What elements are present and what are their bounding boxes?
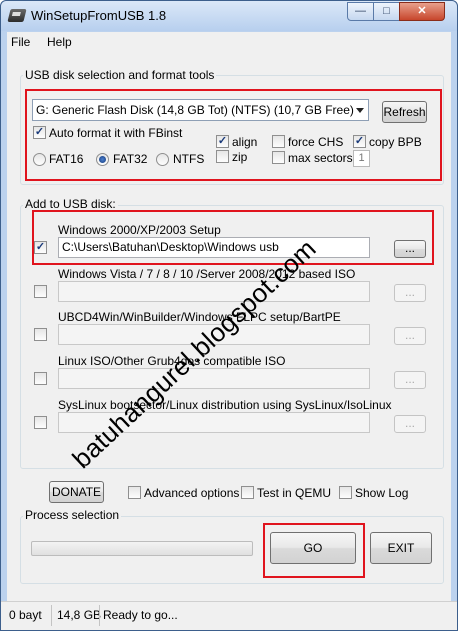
- usb-drive-icon: [7, 9, 27, 22]
- window-title: WinSetupFromUSB 1.8: [31, 8, 167, 23]
- entry-checkbox-syslinux[interactable]: [34, 416, 47, 429]
- max-sectors-label: max sectors: [288, 151, 353, 165]
- fat16-label: FAT16: [49, 152, 84, 166]
- status-separator: [51, 605, 52, 626]
- maximize-button[interactable]: □: [373, 2, 400, 21]
- force-chs-checkbox[interactable]: [272, 135, 285, 148]
- minimize-button[interactable]: —: [347, 2, 374, 21]
- usb-selection-label: USB disk selection and format tools: [23, 68, 217, 82]
- app-window: WinSetupFromUSB 1.8 — □ ✕ File Help USB …: [0, 0, 458, 631]
- entry-label-ubcd4win: UBCD4Win/WinBuilder/Windows FLPC setup/B…: [58, 310, 341, 324]
- donate-button[interactable]: DONATE: [49, 481, 104, 503]
- close-button[interactable]: ✕: [399, 2, 445, 21]
- force-chs-label: force CHS: [288, 135, 344, 149]
- progress-bar: [31, 541, 253, 556]
- entry-browse-button-linux-iso[interactable]: ...: [394, 371, 426, 389]
- align-checkbox[interactable]: ✓: [216, 135, 229, 148]
- entry-checkbox-ubcd4win[interactable]: [34, 328, 47, 341]
- show-log-label: Show Log: [355, 486, 409, 500]
- menu-bar: File Help: [7, 32, 451, 53]
- fat16-radio[interactable]: [33, 153, 46, 166]
- process-selection-label: Process selection: [23, 508, 122, 522]
- disk-select[interactable]: G: Generic Flash Disk (14,8 GB Tot) (NTF…: [32, 99, 369, 121]
- chevron-down-icon: [356, 108, 364, 113]
- max-sectors-checkbox[interactable]: [272, 151, 285, 164]
- entry-label-syslinux: SysLinux bootsector/Linux distribution u…: [58, 398, 392, 412]
- status-bar: 0 bayt 14,8 GB Ready to go...: [1, 601, 457, 630]
- advanced-options-label: Advanced options: [144, 486, 240, 500]
- auto-format-checkbox[interactable]: ✓: [33, 126, 46, 139]
- entry-checkbox-windows-vista-plus[interactable]: [34, 285, 47, 298]
- auto-format-label: Auto format it with FBinst: [49, 126, 183, 140]
- status-separator: [99, 605, 100, 626]
- entry-checkbox-linux-iso[interactable]: [34, 372, 47, 385]
- title-bar[interactable]: WinSetupFromUSB 1.8 — □ ✕: [1, 1, 457, 31]
- add-to-usb-label: Add to USB disk:: [23, 197, 118, 211]
- fat32-radio[interactable]: [96, 153, 109, 166]
- menu-help[interactable]: Help: [47, 35, 72, 49]
- status-total: 14,8 GB: [57, 608, 102, 622]
- zip-label: zip: [232, 150, 248, 164]
- copy-bpb-label: copy BPB: [369, 135, 422, 149]
- entry-path-input-windows-xp[interactable]: C:\Users\Batuhan\Desktop\Windows usb: [58, 237, 370, 258]
- entry-browse-button-ubcd4win[interactable]: ...: [394, 327, 426, 345]
- entry-label-windows-vista-plus: Windows Vista / 7 / 8 / 10 /Server 2008/…: [58, 267, 356, 281]
- menu-file[interactable]: File: [11, 35, 30, 49]
- exit-button[interactable]: EXIT: [370, 532, 432, 564]
- dialog-body: USB disk selection and format tools G: G…: [7, 53, 451, 601]
- align-label: align: [232, 135, 258, 149]
- zip-checkbox[interactable]: [216, 150, 229, 163]
- entry-path-input-linux-iso[interactable]: [58, 368, 370, 389]
- status-size: 0 bayt: [9, 608, 42, 622]
- test-in-qemu-checkbox[interactable]: [241, 486, 254, 499]
- entry-browse-button-windows-xp[interactable]: ...: [394, 240, 426, 258]
- show-log-checkbox[interactable]: [339, 486, 352, 499]
- advanced-options-checkbox[interactable]: [128, 486, 141, 499]
- go-button[interactable]: GO: [270, 532, 356, 564]
- fat32-label: FAT32: [113, 152, 148, 166]
- entry-browse-button-syslinux[interactable]: ...: [394, 415, 426, 433]
- copy-bpb-checkbox[interactable]: ✓: [353, 135, 366, 148]
- max-sectors-input[interactable]: 1: [353, 150, 370, 167]
- test-in-qemu-label: Test in QEMU: [257, 486, 332, 500]
- entry-checkbox-windows-xp[interactable]: ✓: [34, 241, 47, 254]
- ntfs-radio[interactable]: [156, 153, 169, 166]
- entry-path-input-windows-vista-plus[interactable]: [58, 281, 370, 302]
- refresh-button[interactable]: Refresh: [382, 101, 427, 123]
- entry-browse-button-windows-vista-plus[interactable]: ...: [394, 284, 426, 302]
- entry-label-windows-xp: Windows 2000/XP/2003 Setup: [58, 223, 221, 237]
- disk-select-value: G: Generic Flash Disk (14,8 GB Tot) (NTF…: [36, 103, 354, 117]
- status-message: Ready to go...: [103, 608, 178, 622]
- ntfs-label: NTFS: [173, 152, 205, 166]
